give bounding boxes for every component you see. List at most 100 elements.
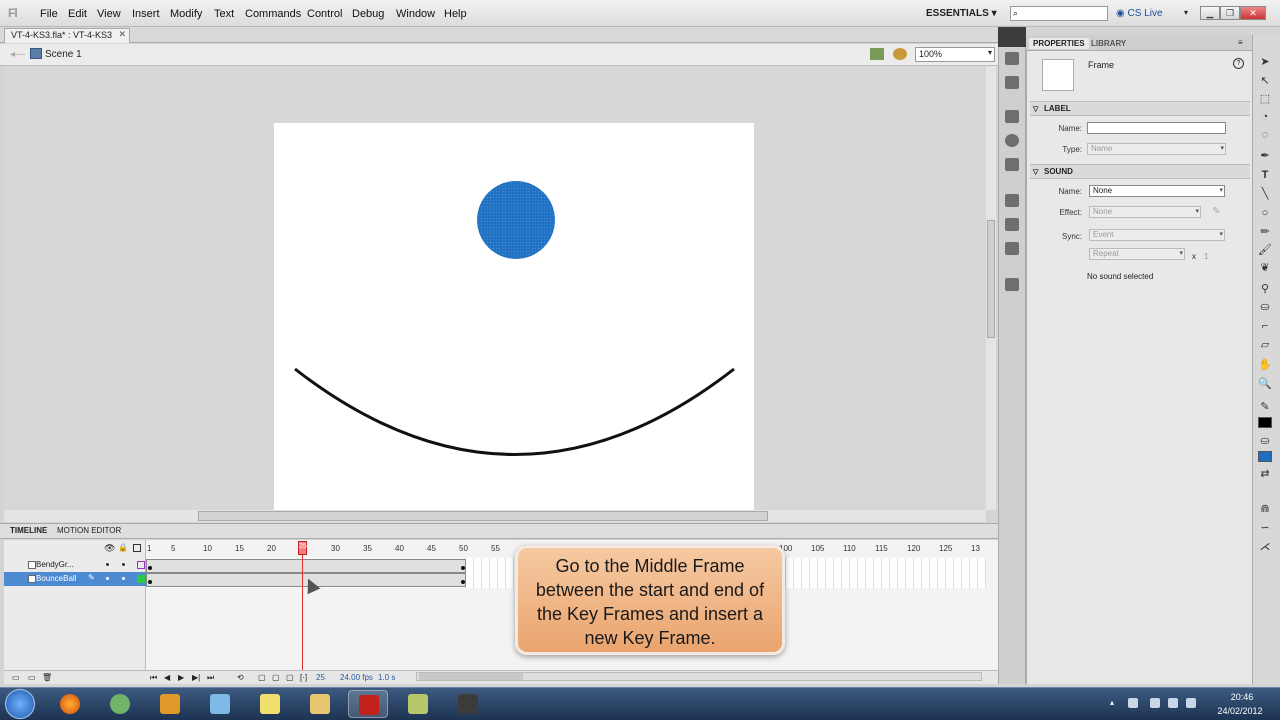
layer-row[interactable]: BounceBall ✎ (4, 572, 146, 586)
swap-colors-icon[interactable]: ⇄ (1258, 468, 1272, 481)
keyframe[interactable] (461, 580, 465, 584)
pencil-tool-icon[interactable]: ✏ (1258, 226, 1272, 239)
onion-markers-icon[interactable]: [·] (300, 673, 307, 682)
first-frame-icon[interactable]: ⏮ (150, 673, 157, 683)
network-icon[interactable] (1168, 698, 1178, 708)
bounce-ball[interactable] (477, 181, 555, 259)
info-icon[interactable] (1005, 134, 1019, 147)
outline-icon[interactable] (133, 544, 141, 552)
menu-file[interactable]: File (40, 8, 58, 20)
clock-time[interactable]: 20:46 (1222, 692, 1262, 702)
cs-live-button[interactable]: ◉ CS Live (1116, 8, 1163, 19)
keyframe[interactable] (461, 566, 465, 570)
back-arrow-icon[interactable]: ◂— (10, 49, 25, 60)
motion-presets-icon[interactable] (1005, 242, 1019, 255)
components-icon[interactable] (1005, 218, 1019, 231)
label-type-select[interactable]: Name ▾ (1087, 143, 1226, 155)
volume-icon[interactable] (1186, 698, 1196, 708)
eyedropper-tool-icon[interactable]: ⌐ (1258, 320, 1272, 333)
timeline-scroll-thumb[interactable] (419, 673, 523, 680)
visibility-dot[interactable] (106, 563, 109, 566)
color-panel-icon[interactable] (1005, 52, 1019, 65)
step-back-icon[interactable]: ◀ (164, 673, 170, 682)
play-icon[interactable]: ▶ (178, 673, 184, 682)
taskbar-notepad[interactable] (200, 690, 240, 718)
delete-layer-icon[interactable]: 🗑 (42, 673, 52, 682)
playhead[interactable]: 25 (298, 541, 307, 555)
free-transform-tool-icon[interactable]: ⬚ (1258, 93, 1272, 106)
layer-outline-color[interactable] (137, 575, 145, 583)
hand-tool-icon[interactable]: ✋ (1258, 359, 1272, 372)
sync-select[interactable]: Event ▾ (1089, 229, 1225, 241)
tray-app-icon[interactable] (1150, 698, 1160, 708)
lock-icon[interactable]: 🔒 (118, 543, 128, 552)
close-window-button[interactable]: ✕ (1240, 6, 1266, 20)
menu-help[interactable]: Help (444, 8, 467, 20)
taskbar-firefox[interactable] (50, 690, 90, 718)
snap-to-objects-icon[interactable]: ⋒ (1258, 503, 1272, 516)
text-tool-icon[interactable]: T (1258, 169, 1272, 182)
menu-debug[interactable]: Debug (352, 8, 384, 20)
subselection-tool-icon[interactable]: ↖ (1258, 75, 1272, 88)
frame-span-bendy[interactable] (146, 559, 466, 573)
menu-modify[interactable]: Modify (170, 8, 202, 20)
lasso-tool-icon[interactable]: ◌ (1258, 129, 1272, 142)
taskbar-paint[interactable] (398, 690, 438, 718)
menu-view[interactable]: View (97, 8, 121, 20)
keyframe[interactable] (148, 566, 152, 570)
stage-horizontal-scroll-thumb[interactable] (198, 511, 768, 521)
menu-edit[interactable]: Edit (68, 8, 87, 20)
search-input[interactable]: ⌕ (1010, 6, 1108, 21)
selection-tool-icon[interactable]: ➤ (1258, 56, 1272, 69)
edit-sound-pencil-icon[interactable]: ✎ (1212, 206, 1220, 217)
lock-dot[interactable] (122, 577, 125, 580)
stroke-color-swatch[interactable] (1258, 417, 1272, 428)
straighten-icon[interactable]: ⋌ (1258, 541, 1272, 554)
smooth-icon[interactable]: ∽ (1258, 522, 1272, 535)
scene-breadcrumb[interactable]: Scene 1 (45, 49, 82, 60)
tray-expand-icon[interactable]: ▴ (1110, 698, 1120, 708)
menu-insert[interactable]: Insert (132, 8, 160, 20)
brush-tool-icon[interactable]: 🖌 (1258, 244, 1272, 257)
sound-name-select[interactable]: None ▾ (1089, 185, 1225, 197)
menu-window[interactable]: Window (396, 8, 435, 20)
new-folder-icon[interactable]: ▭ (28, 673, 36, 682)
help-icon[interactable]: ? (1233, 58, 1244, 69)
step-forward-icon[interactable]: ▶| (192, 673, 200, 682)
taskbar-media-player[interactable] (150, 690, 190, 718)
document-tab[interactable]: VT-4-KS3.fla* : VT-4-KS3 ✕ (4, 28, 130, 43)
edit-multiple-icon[interactable]: ▢ (286, 673, 294, 682)
zoom-tool-icon[interactable]: 🔍 (1258, 378, 1272, 391)
close-icon[interactable]: ✕ (118, 29, 126, 40)
tab-properties[interactable]: PROPERTIES (1029, 38, 1089, 49)
layer-outline-color[interactable] (137, 561, 145, 569)
frame-name-field[interactable] (1087, 122, 1226, 134)
zoom-select[interactable]: 100% ▾ (915, 47, 995, 62)
taskbar-explorer[interactable] (300, 690, 340, 718)
onion-skin-icon[interactable]: ▢ (258, 673, 266, 682)
code-snippets-icon[interactable] (1005, 194, 1019, 207)
repeat-count[interactable]: 1 (1204, 252, 1208, 261)
taskbar-camtasia[interactable] (448, 690, 488, 718)
menu-text[interactable]: Text (214, 8, 234, 20)
frame-rate-readout[interactable]: 24.00 fps (340, 673, 373, 682)
transform-icon[interactable] (1005, 158, 1019, 171)
swatches-icon[interactable] (1005, 76, 1019, 89)
new-layer-icon[interactable]: ▭ (12, 673, 20, 682)
eye-icon[interactable]: 👁 (104, 543, 115, 554)
onion-outline-icon[interactable]: ▢ (272, 673, 280, 682)
history-icon[interactable] (1005, 278, 1019, 291)
tab-timeline[interactable]: TIMELINE (10, 526, 47, 535)
chevron-down-icon[interactable]: ▾ (1184, 8, 1188, 17)
bendy-ground-curve[interactable] (290, 360, 740, 460)
start-button[interactable] (5, 689, 35, 719)
edit-scene-icon[interactable] (870, 48, 884, 60)
taskbar-flash[interactable] (348, 690, 388, 718)
menu-control[interactable]: Control (307, 8, 342, 20)
loop-icon[interactable]: ⟲ (237, 673, 244, 682)
menu-commands[interactable]: Commands (245, 8, 301, 20)
minimize-button[interactable]: ▁ (1200, 6, 1220, 20)
tab-library[interactable]: LIBRARY (1087, 38, 1130, 49)
workspace-switcher[interactable]: ESSENTIALS ▾ (926, 8, 997, 19)
taskbar-sticky-notes[interactable] (250, 690, 290, 718)
